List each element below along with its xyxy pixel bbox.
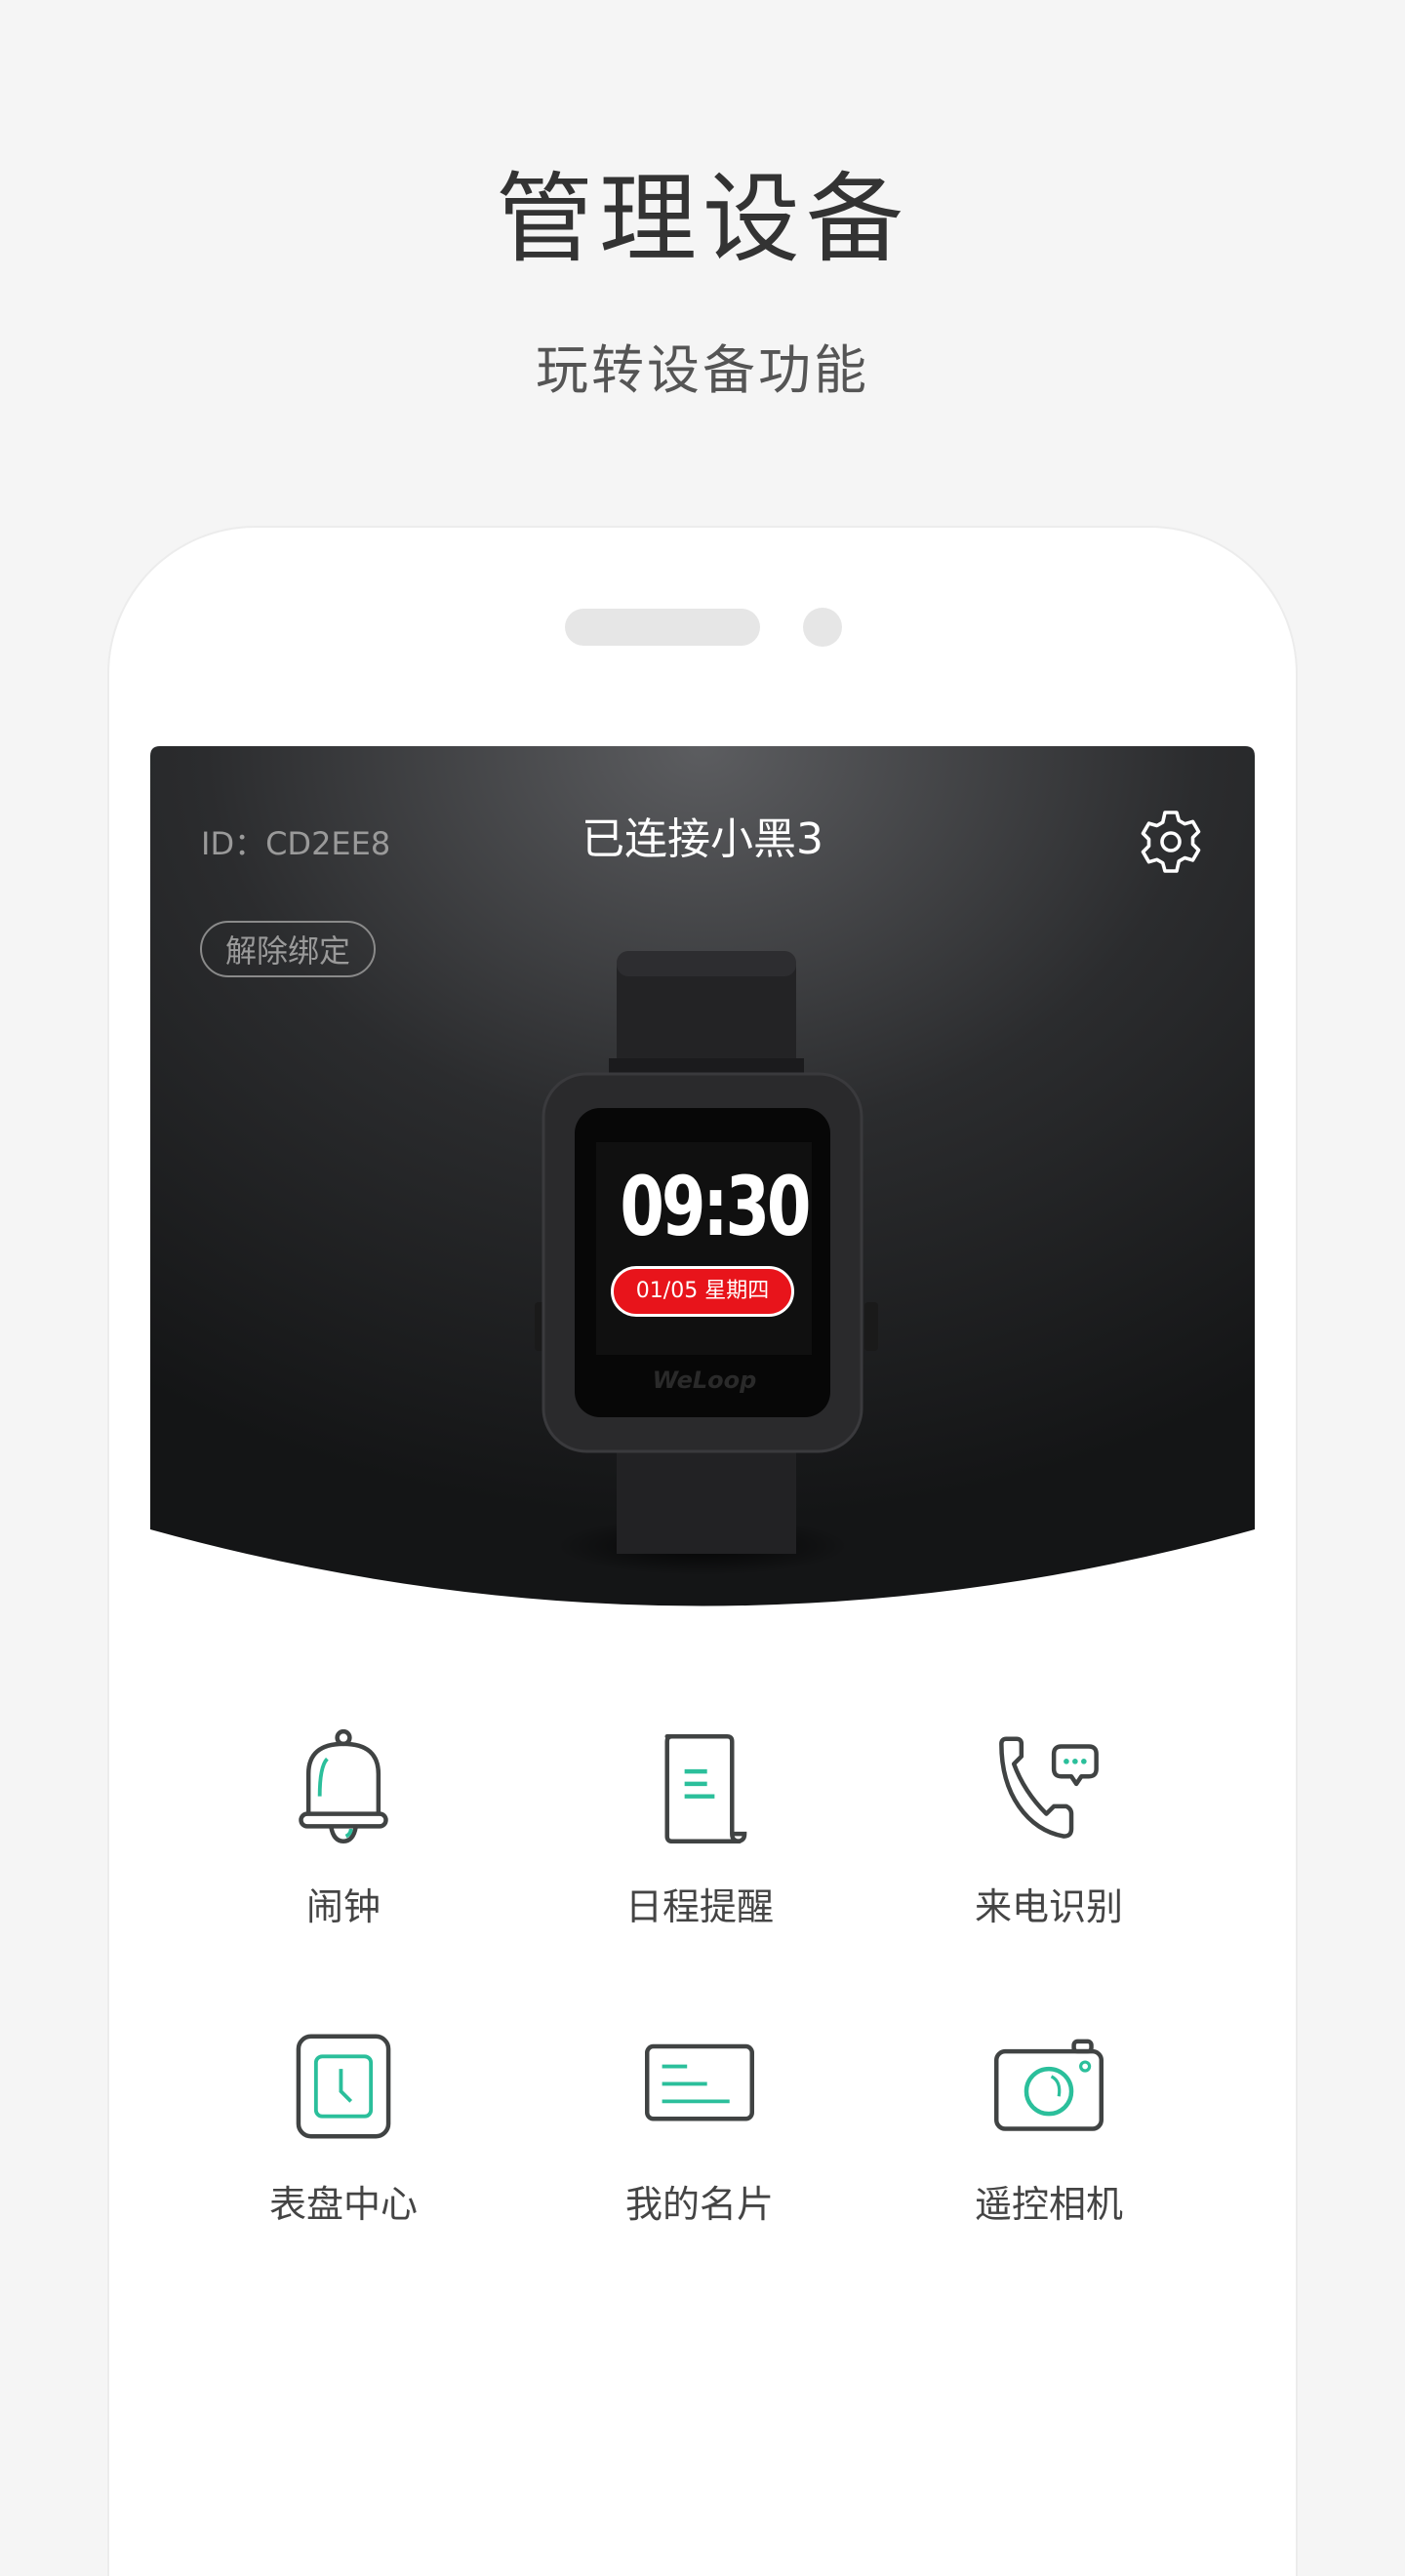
phone-call-icon	[999, 1736, 1099, 1839]
phone-camera	[803, 608, 842, 647]
watch-date: 01/05 星期四	[611, 1266, 794, 1317]
feature-remote-camera[interactable]: 遥控相机	[903, 2024, 1195, 2278]
watch-face-icon	[296, 2034, 391, 2139]
feature-label: 表盘中心	[268, 2183, 418, 2226]
feature-label: 遥控相机	[974, 2183, 1123, 2226]
device-connection-title: 已连接小黑3	[582, 814, 823, 864]
card-icon	[645, 2043, 754, 2121]
document-icon	[664, 1734, 747, 1843]
feature-label: 来电识别	[974, 1885, 1123, 1928]
feature-alarm[interactable]: 闹钟	[197, 1726, 490, 1980]
feature-label: 日程提醒	[624, 1885, 774, 1928]
feature-watch-face-center[interactable]: 表盘中心	[197, 2024, 490, 2278]
feature-label: 闹钟	[305, 1885, 381, 1928]
phone-speaker	[565, 609, 760, 646]
page-subtitle: 玩转设备功能	[536, 339, 869, 401]
feature-my-card[interactable]: 我的名片	[553, 2024, 846, 2278]
unbind-button[interactable]: 解除绑定	[200, 921, 376, 977]
watch-time: 09:30	[620, 1159, 811, 1254]
page-title: 管理设备	[496, 162, 909, 276]
bell-icon	[299, 1728, 388, 1844]
gear-icon[interactable]	[1136, 807, 1206, 877]
feature-caller-id[interactable]: 来电识别	[903, 1726, 1195, 1980]
device-card: 09:30 01/05 星期四 WeLoop ID：CD2EE8 已连接小黑3 …	[150, 746, 1255, 1609]
watch-brand-logo: WeLoop	[652, 1367, 757, 1394]
feature-schedule-reminder[interactable]: 日程提醒	[553, 1726, 846, 1980]
feature-label: 我的名片	[624, 2183, 774, 2226]
camera-icon	[994, 2039, 1104, 2131]
